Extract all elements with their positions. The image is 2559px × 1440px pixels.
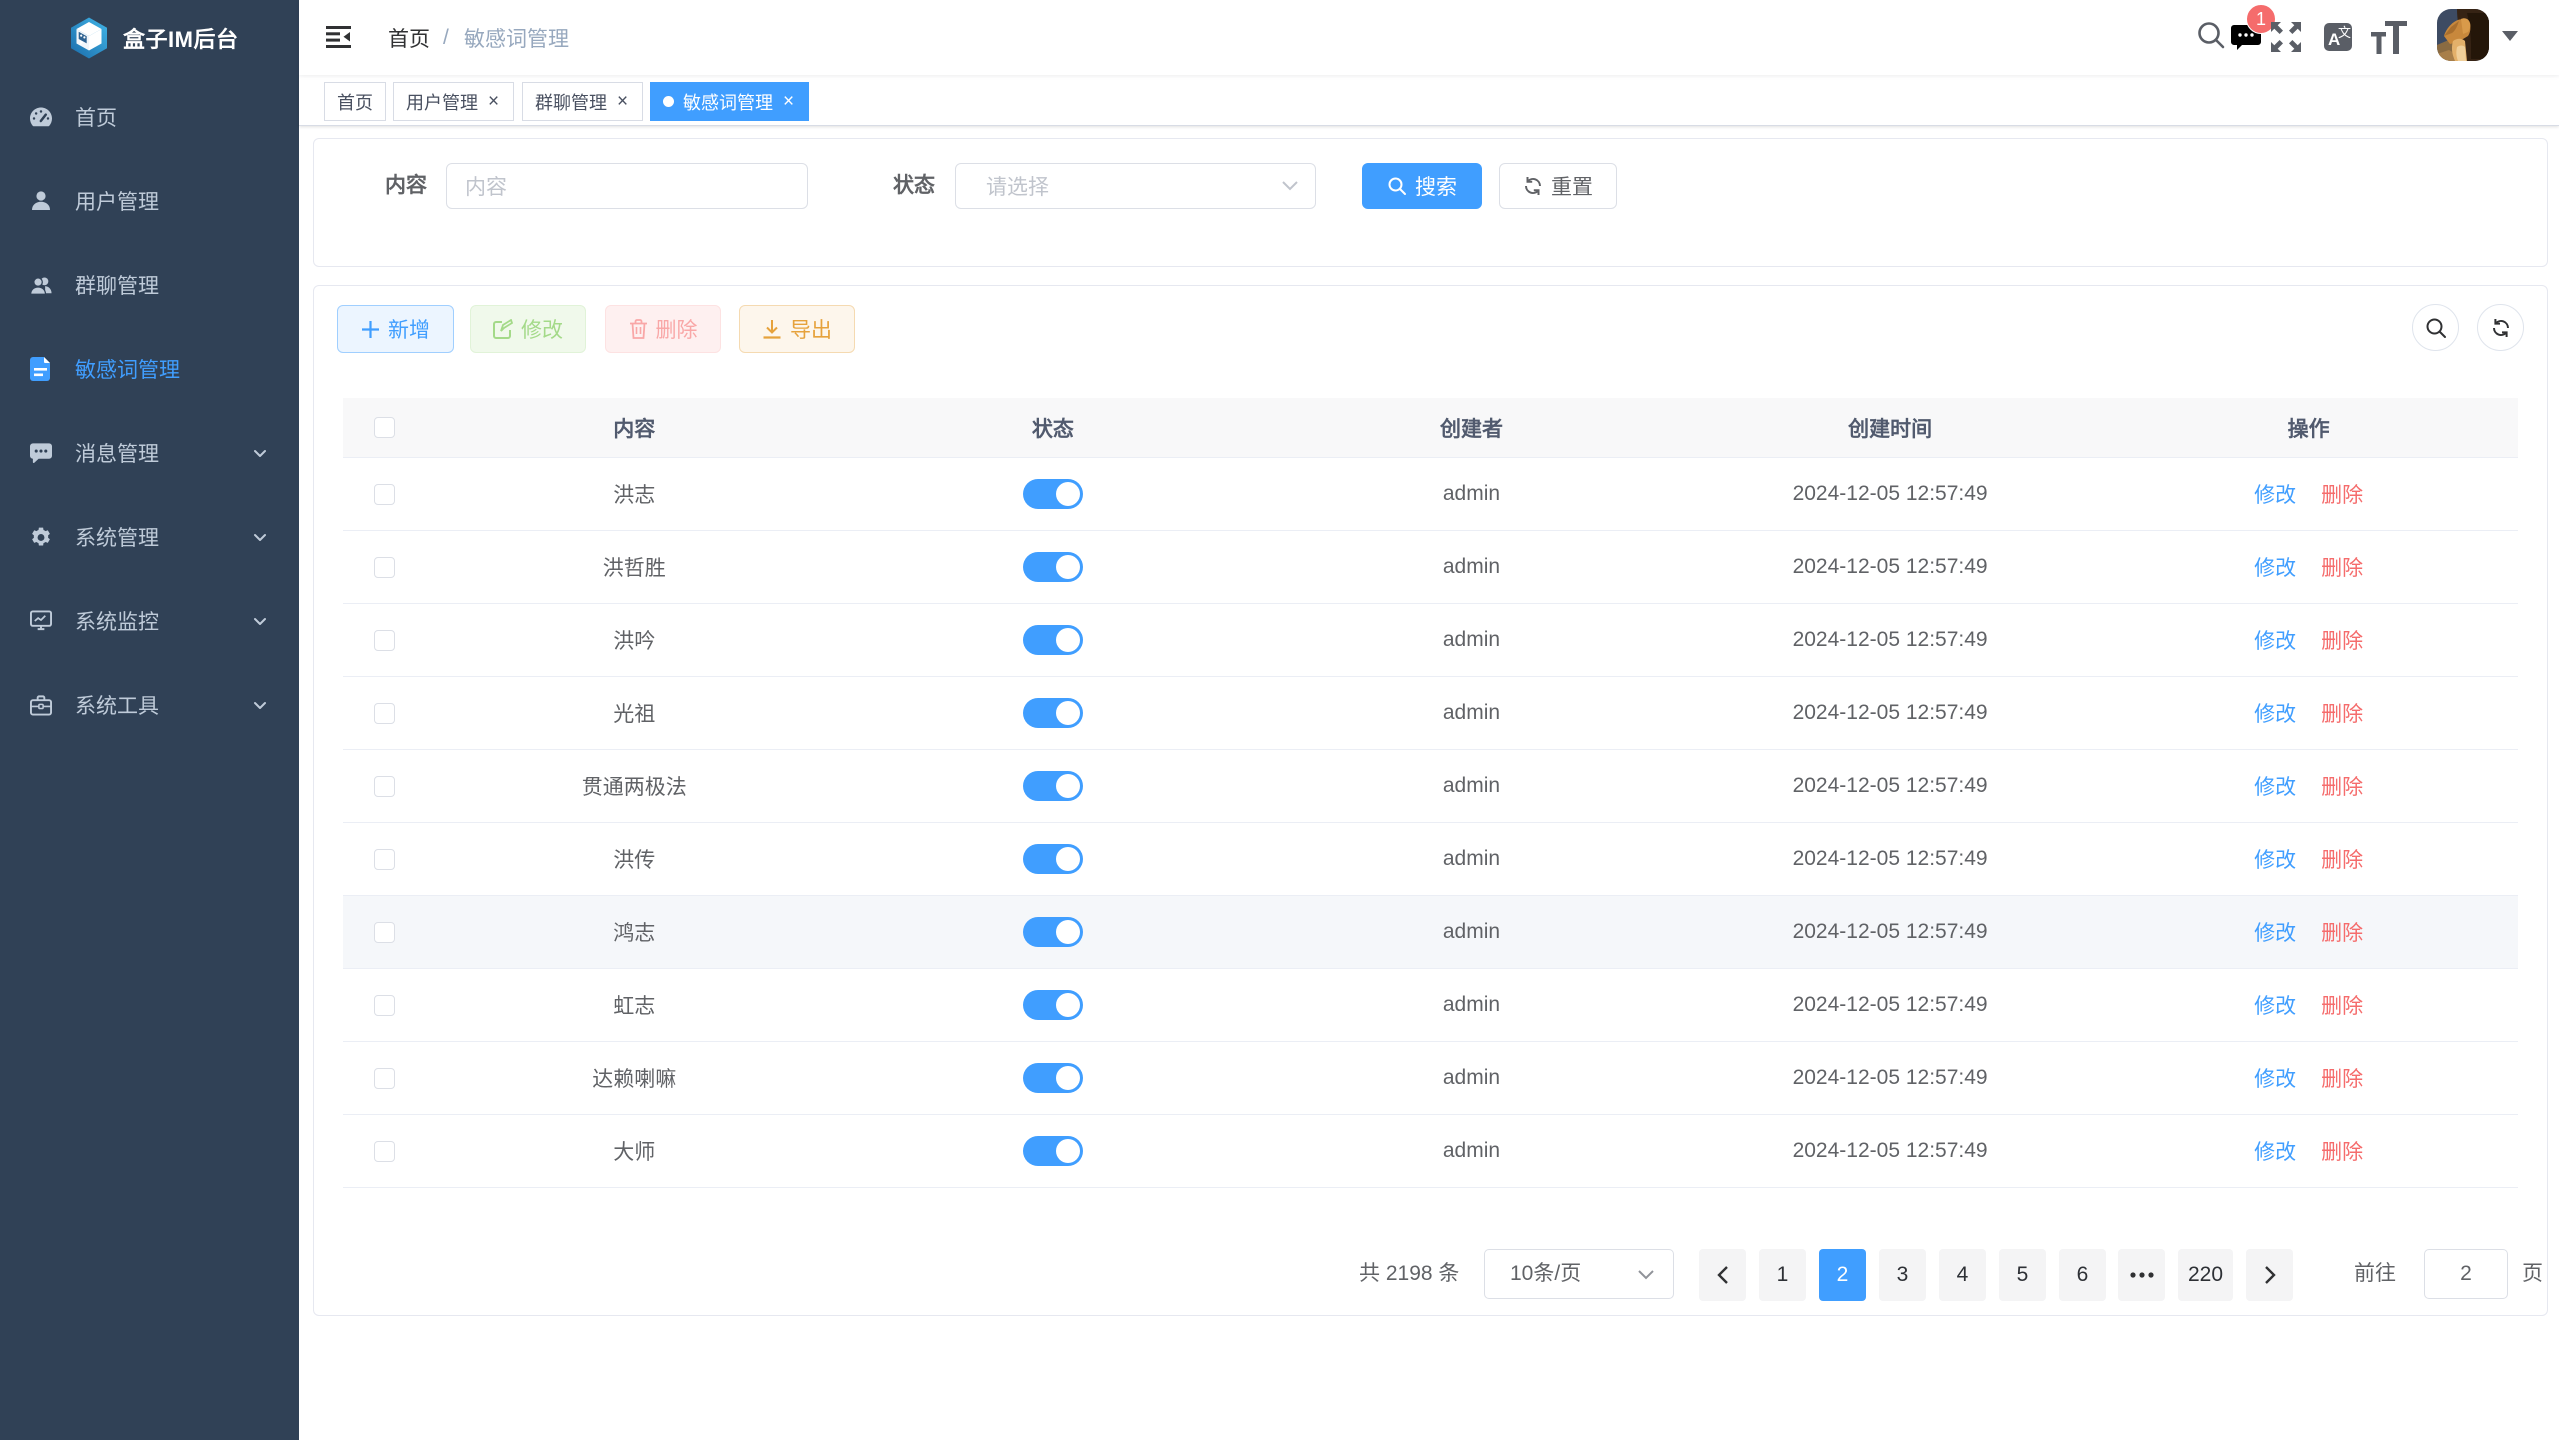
svg-text:文: 文 (2338, 25, 2351, 40)
